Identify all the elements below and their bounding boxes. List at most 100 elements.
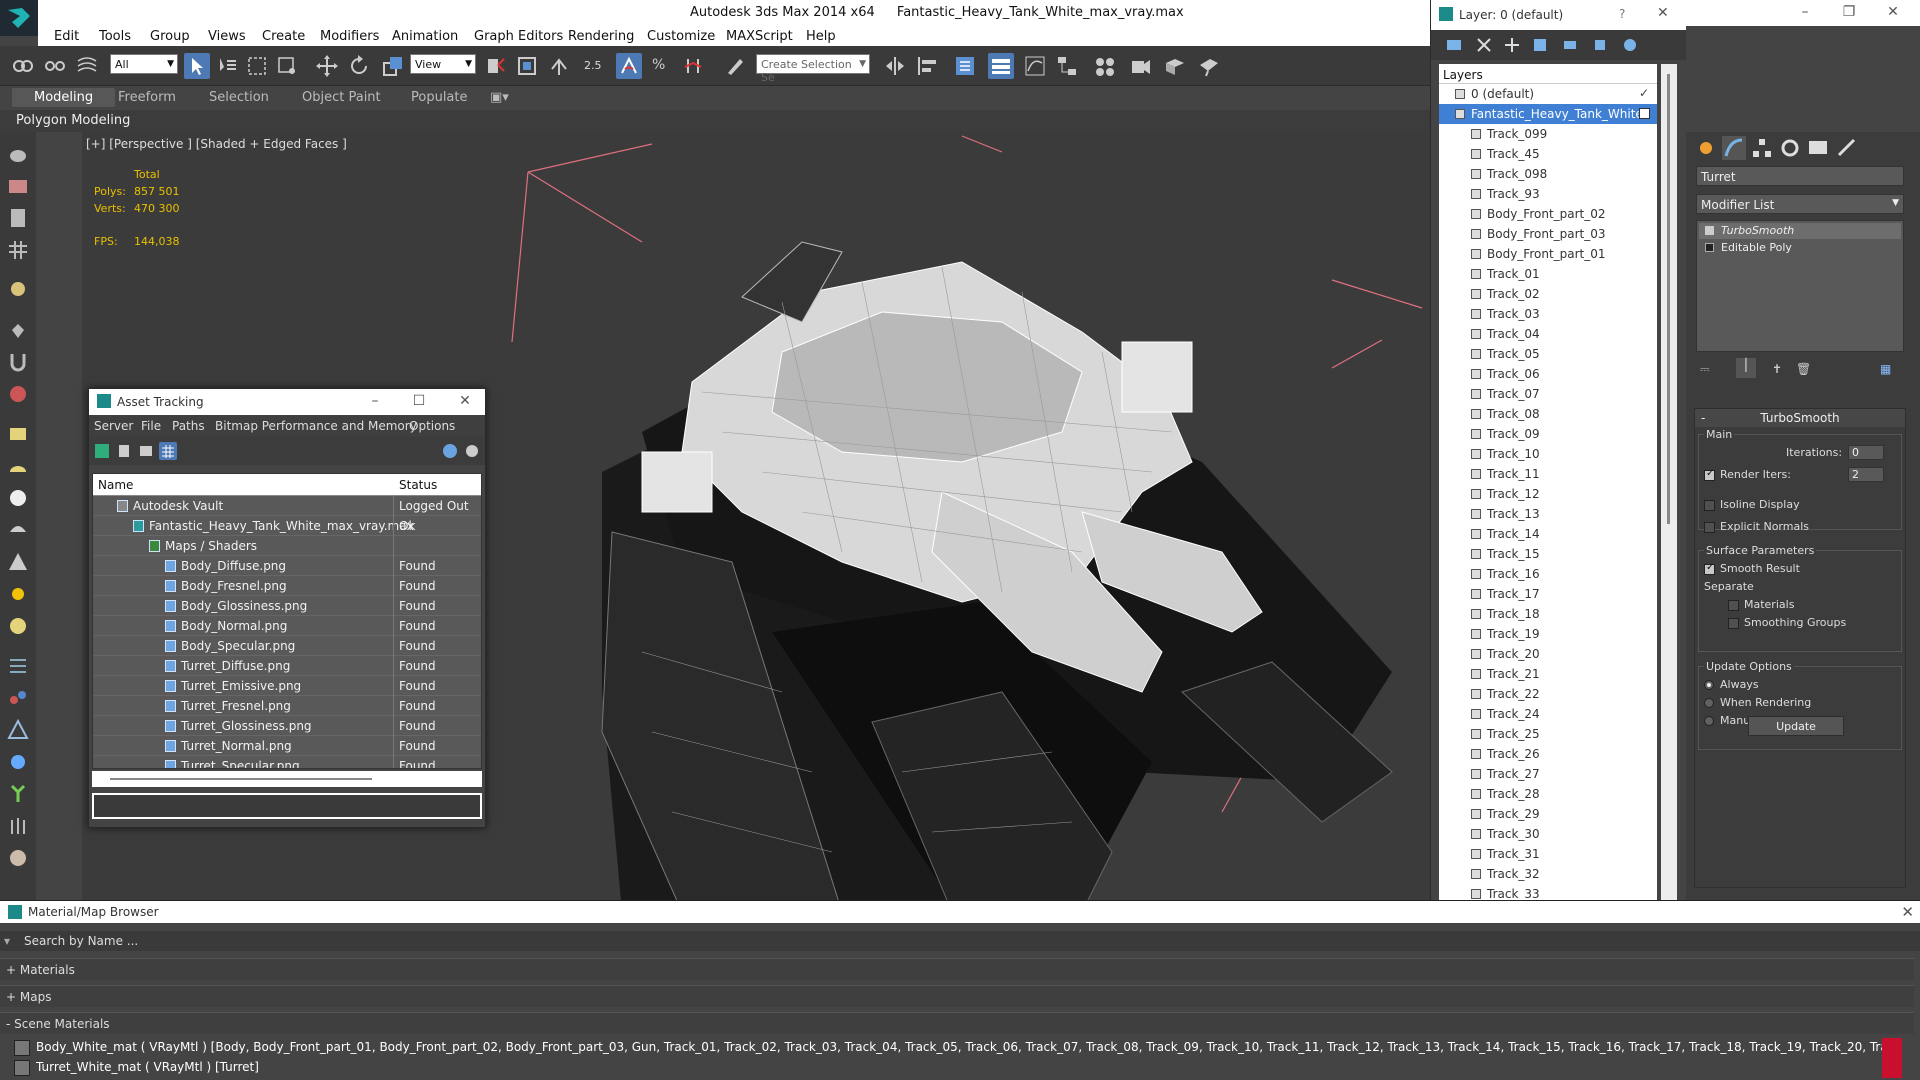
menu-graph-editors[interactable]: Graph Editors [474, 29, 563, 44]
asset-menu-paths[interactable]: Paths [172, 419, 205, 433]
table-row[interactable]: Turret_Specular.png Found [93, 756, 481, 768]
list-item[interactable]: Track_31 [1439, 844, 1657, 864]
list-item[interactable]: Track_28 [1439, 784, 1657, 804]
render-iters-checkbox[interactable] [1704, 468, 1715, 481]
table-row[interactable]: Turret_Fresnel.png Found [93, 696, 481, 716]
select-object-icon[interactable] [184, 53, 210, 79]
help-icon[interactable] [441, 442, 459, 460]
snap-toggle-icon[interactable]: 2.5 [584, 53, 610, 79]
expand-icon[interactable] [1705, 243, 1714, 252]
menu-create[interactable]: Create [262, 29, 305, 44]
modifier-list-dropdown[interactable]: Modifier List ▼ [1696, 194, 1904, 214]
cone-primitive-icon[interactable] [6, 454, 30, 478]
stack-item-turbosmooth[interactable]: TurboSmooth [1699, 223, 1901, 239]
render-iters-spinner[interactable]: 2 [1848, 467, 1884, 482]
list-item[interactable]: Track_06 [1439, 364, 1657, 384]
show-end-result-icon[interactable]: │ [1736, 358, 1756, 378]
new-layer-icon[interactable] [1503, 36, 1521, 54]
list-item[interactable]: Track_27 [1439, 764, 1657, 784]
app-logo-icon[interactable] [0, 0, 38, 36]
asset-menu-bitmap-performance[interactable]: Bitmap Performance and Memory [215, 419, 417, 433]
align-icon[interactable] [914, 53, 940, 79]
rotate-icon[interactable] [346, 53, 372, 79]
list-item[interactable]: Track_12 [1439, 484, 1657, 504]
utilities-tab-icon[interactable] [1834, 136, 1858, 160]
list-item[interactable]: Track_19 [1439, 624, 1657, 644]
motion-tab-icon[interactable] [1778, 136, 1802, 160]
list-item[interactable]: Track_05 [1439, 344, 1657, 364]
curve-editor-icon[interactable] [1022, 53, 1048, 79]
asset-menu-options[interactable]: Options [409, 419, 455, 433]
link-icon[interactable] [10, 53, 36, 79]
menu-maxscript[interactable]: MAXScript [726, 29, 793, 44]
dialog-maximize-icon[interactable]: ☐ [409, 393, 429, 409]
reference-coord-dropdown[interactable]: View ▼ [410, 54, 476, 74]
list-item[interactable]: Track_25 [1439, 724, 1657, 744]
edit-named-selection-icon[interactable] [722, 53, 748, 79]
pivot-center-icon[interactable] [482, 53, 508, 79]
list-item[interactable]: Track_099 [1439, 124, 1657, 144]
display-tab-icon[interactable] [1806, 136, 1830, 160]
render-setup-icon[interactable] [1128, 53, 1154, 79]
smooth-result-checkbox[interactable] [1704, 562, 1715, 575]
tab-populate[interactable]: Populate [411, 90, 468, 105]
list-item[interactable]: Track_03 [1439, 304, 1657, 324]
layer-help-icon[interactable]: ? [1619, 7, 1625, 21]
helper-icon[interactable] [6, 718, 30, 742]
delete-layer-icon[interactable] [1475, 36, 1493, 54]
layer-dialog-titlebar[interactable]: Layer: 0 (default) ? ✕ [1431, 0, 1686, 30]
list-item[interactable]: Track_01 [1439, 264, 1657, 284]
plant-icon[interactable] [6, 782, 30, 806]
smoothing-groups-checkbox[interactable] [1728, 618, 1739, 629]
layer-default[interactable]: 0 (default) ✓ [1439, 84, 1657, 104]
selection-filter-dropdown[interactable]: All ▼ [110, 54, 178, 74]
list-item[interactable]: Track_13 [1439, 504, 1657, 524]
camera-view-icon[interactable] [6, 174, 30, 198]
percent-snap-icon[interactable]: % [648, 53, 674, 79]
material-editor-icon[interactable] [1092, 53, 1118, 79]
make-unique-icon[interactable]: ✝ [1772, 362, 1782, 376]
table-row[interactable]: Turret_Glossiness.png Found [93, 716, 481, 736]
list-item[interactable]: Track_09 [1439, 424, 1657, 444]
toggle-layer-explorer-icon[interactable] [988, 53, 1014, 79]
list-item[interactable]: Track_07 [1439, 384, 1657, 404]
spinner-snap-icon[interactable] [680, 53, 706, 79]
menu-views[interactable]: Views [208, 29, 246, 44]
list-item[interactable]: Track_93 [1439, 184, 1657, 204]
table-row[interactable]: Body_Normal.png Found [93, 616, 481, 636]
list-item[interactable]: Track_14 [1439, 524, 1657, 544]
table-row[interactable]: Turret_Diffuse.png Found [93, 656, 481, 676]
section-maps[interactable]: + Maps [0, 985, 1914, 1007]
menu-rendering[interactable]: Rendering [568, 29, 634, 44]
bind-space-warp-icon[interactable] [74, 53, 100, 79]
list-item[interactable]: Track_08 [1439, 404, 1657, 424]
tab-selection[interactable]: Selection [209, 90, 269, 105]
column-name[interactable]: Name [98, 478, 133, 492]
document-icon[interactable] [6, 206, 30, 230]
current-layer-check-icon[interactable]: ✓ [1639, 86, 1649, 100]
update-manually-radio[interactable] [1704, 716, 1714, 726]
hand-tool-icon[interactable] [6, 318, 30, 342]
box-primitive-icon[interactable] [6, 422, 30, 446]
menu-customize[interactable]: Customize [647, 29, 715, 44]
named-selection-set-dropdown[interactable]: Create Selection Se ▼ [756, 54, 870, 84]
table-row[interactable]: Body_Specular.png Found [93, 636, 481, 656]
robot-icon[interactable] [6, 382, 30, 406]
hide-layer-icon[interactable] [1621, 36, 1639, 54]
asset-menu-server[interactable]: Server [94, 419, 133, 433]
list-item[interactable]: Track_24 [1439, 704, 1657, 724]
list-item[interactable]: Track_11 [1439, 464, 1657, 484]
magnet-icon[interactable] [6, 350, 30, 374]
particles-icon[interactable] [6, 654, 30, 678]
layer-manager-icon[interactable] [1445, 36, 1463, 54]
gear-icon[interactable] [6, 750, 30, 774]
minimize-icon[interactable]: – [1790, 4, 1820, 20]
table-row[interactable]: Fantastic_Heavy_Tank_White_max_vray.max O… [93, 516, 481, 536]
render-production-icon[interactable] [1196, 53, 1222, 79]
object-name-field[interactable]: Turret [1696, 166, 1904, 186]
select-by-name-icon[interactable] [214, 53, 240, 79]
tab-modeling[interactable]: Modeling [12, 88, 116, 107]
polygon-modeling-label[interactable]: Polygon Modeling [16, 113, 130, 128]
teapot-icon[interactable] [6, 142, 30, 166]
set-current-layer-icon[interactable] [1591, 36, 1609, 54]
